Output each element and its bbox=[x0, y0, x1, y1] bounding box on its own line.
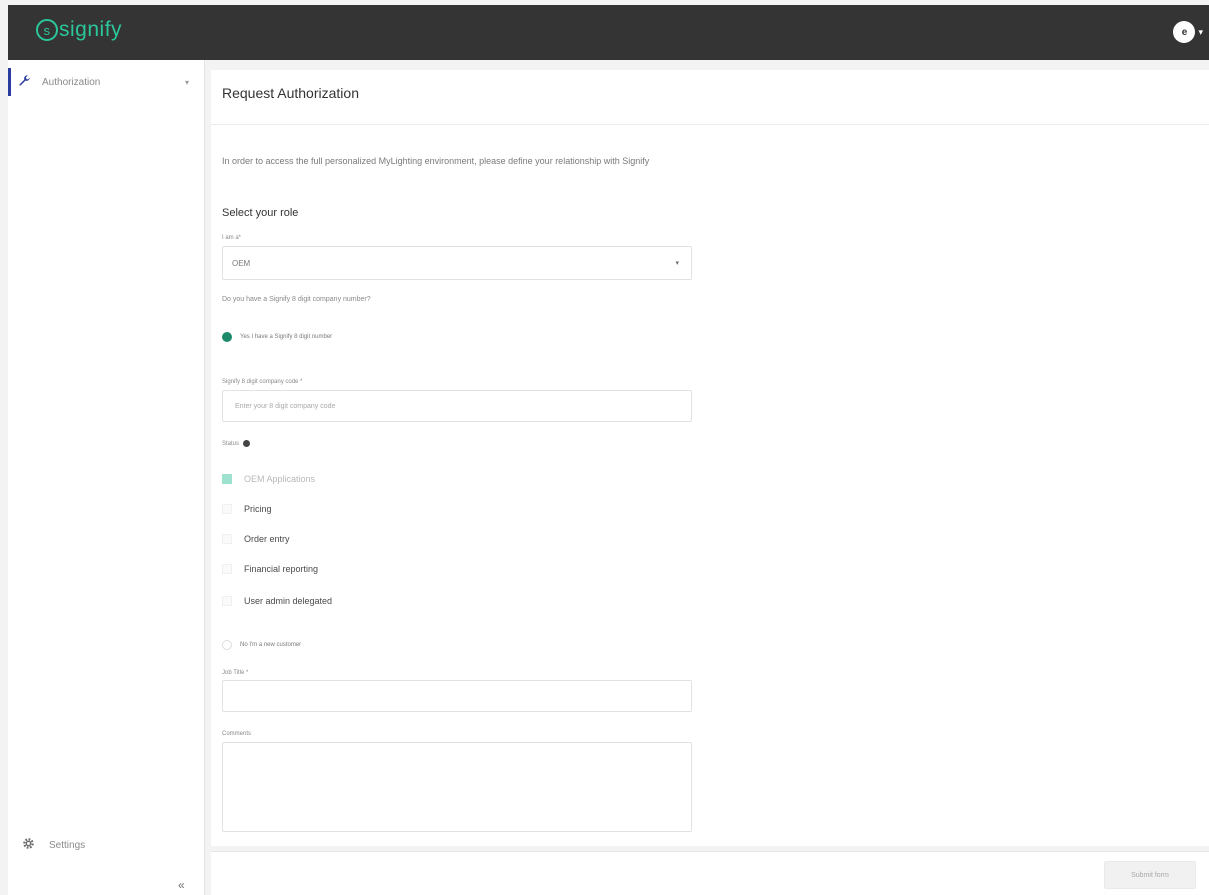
checkbox-label: Pricing bbox=[244, 504, 272, 514]
form-footer: Submit form bbox=[211, 851, 1209, 895]
role-select[interactable]: OEM ▾ bbox=[222, 246, 692, 280]
company-code-input[interactable]: Enter your 8 digit company code bbox=[222, 390, 692, 422]
comments-textarea[interactable] bbox=[222, 742, 692, 832]
user-avatar-icon[interactable]: e bbox=[1173, 21, 1196, 43]
signify-logo[interactable]: s signify bbox=[36, 18, 122, 42]
logo-text: signify bbox=[59, 18, 123, 41]
chevron-down-icon: ▾ bbox=[675, 260, 679, 267]
user-menu[interactable]: e ▾ bbox=[1173, 21, 1203, 43]
sidebar: Authorization ▾ Settings « bbox=[8, 60, 205, 895]
job-title-label: Job Title * bbox=[222, 670, 249, 676]
checkbox-financial-reporting[interactable]: Financial reporting bbox=[222, 564, 318, 574]
radio-label: No I'm a new customer bbox=[240, 642, 302, 648]
wrench-icon bbox=[18, 74, 34, 90]
radio-label: Yes I have a Signify 8 digit number bbox=[240, 334, 333, 340]
sidebar-item-label: Settings bbox=[49, 839, 86, 851]
checkbox-icon[interactable] bbox=[222, 596, 232, 606]
gear-icon bbox=[22, 837, 35, 853]
status-label-text: Status bbox=[222, 440, 240, 447]
job-title-input[interactable] bbox=[222, 680, 692, 712]
checkbox-label: OEM Applications bbox=[244, 474, 316, 484]
submit-form-button[interactable]: Submit form bbox=[1104, 861, 1196, 889]
checkbox-icon[interactable] bbox=[222, 534, 232, 544]
intro-text: In order to access the full personalized… bbox=[222, 156, 650, 166]
checkbox-order-entry[interactable]: Order entry bbox=[222, 534, 290, 544]
collapse-sidebar-icon[interactable]: « bbox=[178, 878, 185, 892]
chevron-down-icon[interactable]: ▾ bbox=[1198, 27, 1203, 38]
company-code-label: Signify 8 digit company code * bbox=[222, 379, 303, 385]
role-label: I am a* bbox=[222, 235, 242, 241]
logo-mark: s bbox=[36, 19, 58, 41]
sidebar-item-settings[interactable]: Settings bbox=[22, 837, 85, 853]
company-number-question: Do you have a Signify 8 digit company nu… bbox=[222, 296, 371, 303]
radio-have-number[interactable]: Yes I have a Signify 8 digit number bbox=[222, 332, 332, 342]
role-select-value: OEM bbox=[232, 258, 251, 268]
checkbox-label: User admin delegated bbox=[244, 596, 333, 606]
info-icon[interactable] bbox=[243, 440, 251, 447]
top-bar: s signify e ▾ bbox=[8, 5, 1209, 60]
company-code-placeholder: Enter your 8 digit company code bbox=[235, 402, 336, 410]
checkbox-user-admin-delegated[interactable]: User admin delegated bbox=[222, 596, 332, 606]
checkbox-icon[interactable] bbox=[222, 564, 232, 574]
section-title: Select your role bbox=[222, 207, 299, 219]
checkbox-label: Order entry bbox=[244, 534, 290, 544]
radio-new-customer[interactable]: No I'm a new customer bbox=[222, 640, 301, 650]
checkbox-oem-applications[interactable]: OEM Applications bbox=[222, 474, 315, 484]
sidebar-item-label: Authorization bbox=[42, 76, 101, 88]
checkbox-icon[interactable] bbox=[222, 504, 232, 514]
checkbox-label: Financial reporting bbox=[244, 564, 319, 574]
radio-icon[interactable] bbox=[222, 640, 232, 650]
checkbox-checked-icon[interactable] bbox=[222, 474, 232, 484]
radio-selected-icon[interactable] bbox=[222, 332, 232, 342]
status-label: Status bbox=[222, 440, 251, 447]
sidebar-item-authorization[interactable]: Authorization ▾ bbox=[8, 68, 205, 96]
title-divider bbox=[211, 124, 1209, 125]
main-content: Request Authorization In order to access… bbox=[211, 70, 1209, 846]
chevron-down-icon[interactable]: ▾ bbox=[185, 78, 189, 87]
page-title: Request Authorization bbox=[222, 85, 359, 101]
comments-label: Comments bbox=[222, 731, 252, 737]
checkbox-pricing[interactable]: Pricing bbox=[222, 504, 272, 514]
